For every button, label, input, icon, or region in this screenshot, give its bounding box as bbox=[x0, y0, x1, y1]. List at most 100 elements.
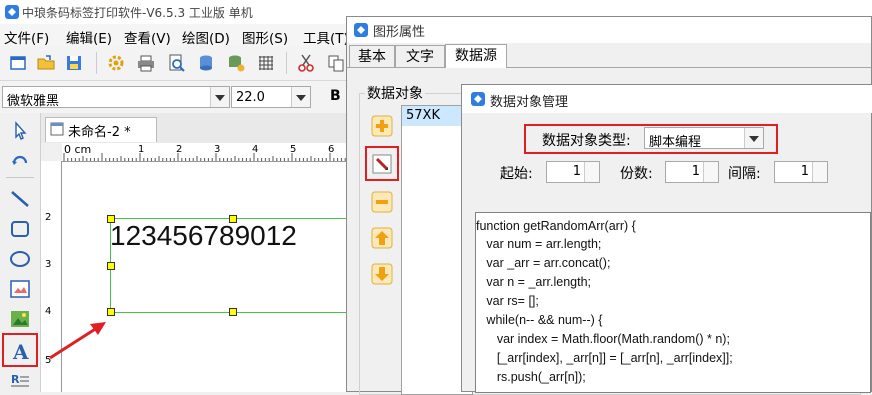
ruler-tick-label: 4 bbox=[252, 144, 259, 155]
add-plus-icon[interactable] bbox=[371, 115, 393, 137]
menu-tools[interactable]: 工具(T) bbox=[303, 27, 349, 47]
ruler-tick-label: 4 bbox=[45, 306, 52, 317]
ellipse-tool-icon[interactable] bbox=[8, 247, 32, 271]
move-up-arrow-icon[interactable] bbox=[371, 227, 393, 249]
stepper-arrows-icon[interactable] bbox=[584, 162, 599, 182]
start-stepper[interactable]: 1 bbox=[546, 161, 600, 183]
resize-handle[interactable] bbox=[229, 308, 237, 316]
settings-gear-icon[interactable] bbox=[106, 53, 126, 73]
stepper-arrows-icon[interactable] bbox=[703, 162, 718, 182]
line-tool-icon[interactable] bbox=[8, 187, 32, 211]
font-family-value: 微软雅黑 bbox=[7, 94, 60, 109]
ruler-tick-label: 5 bbox=[290, 144, 297, 155]
ruler-ticks bbox=[63, 153, 361, 161]
print-preview-icon[interactable] bbox=[166, 53, 186, 73]
dialog-title-bar: 图形属性 bbox=[347, 17, 871, 43]
code-line: var n = _arr.length; bbox=[476, 275, 591, 289]
save-icon[interactable] bbox=[64, 53, 84, 73]
ruler-tick-label: 2 bbox=[45, 212, 52, 223]
bold-button[interactable]: B bbox=[330, 88, 341, 104]
object-type-label: 数据对象类型: bbox=[542, 133, 631, 149]
remove-minus-icon[interactable] bbox=[371, 191, 393, 213]
rotate-tool-icon[interactable] bbox=[8, 149, 32, 173]
edit-button-highlight bbox=[365, 146, 399, 181]
barcode-number-text: 123456789012 bbox=[110, 220, 297, 251]
script-editor[interactable]: function getRandomArr(arr) { var num = a… bbox=[475, 212, 871, 393]
code-line: var num = arr.length; bbox=[476, 237, 602, 251]
ruler-tick-label: 2 bbox=[176, 144, 183, 155]
start-value: 1 bbox=[572, 164, 581, 179]
new-file-icon[interactable] bbox=[8, 53, 28, 73]
app-logo-icon bbox=[471, 92, 485, 106]
tab-text[interactable]: 文字 bbox=[395, 45, 445, 67]
chevron-down-icon[interactable] bbox=[210, 87, 229, 107]
dialog-title-bar: 数据对象管理 bbox=[462, 85, 872, 113]
list-item-label: 57XK bbox=[406, 108, 440, 123]
interval-label: 间隔: bbox=[728, 166, 761, 182]
document-icon bbox=[50, 122, 64, 136]
object-type-select[interactable]: 脚本编程 bbox=[644, 127, 764, 150]
rich-text-tool-icon[interactable]: R bbox=[8, 369, 32, 393]
copies-stepper[interactable]: 1 bbox=[665, 161, 719, 183]
grid-icon[interactable] bbox=[256, 53, 276, 73]
move-down-arrow-icon[interactable] bbox=[371, 263, 393, 285]
copies-label: 份数: bbox=[620, 166, 653, 182]
database-icon[interactable] bbox=[196, 53, 216, 73]
image-tool-icon[interactable] bbox=[8, 277, 32, 301]
open-file-icon[interactable] bbox=[36, 53, 56, 73]
ruler-tick-label: 3 bbox=[45, 259, 52, 270]
app-logo-icon bbox=[5, 5, 19, 19]
dialog-title: 数据对象管理 bbox=[490, 95, 569, 110]
chevron-down-icon[interactable] bbox=[291, 87, 310, 107]
tab-basic[interactable]: 基本 bbox=[349, 45, 395, 67]
app-logo-icon bbox=[354, 23, 368, 37]
resize-handle[interactable] bbox=[107, 262, 115, 270]
database-settings-icon[interactable] bbox=[226, 53, 246, 73]
ruler-tick-label: 6 bbox=[328, 144, 335, 155]
code-line: rs.push(_arr[n]); bbox=[476, 370, 586, 384]
tab-datasource[interactable]: 数据源 bbox=[445, 44, 507, 68]
menu-view[interactable]: 查看(V) bbox=[124, 27, 171, 47]
interval-value: 1 bbox=[800, 164, 809, 179]
document-tab-bar: 未命名-2 * bbox=[41, 113, 361, 143]
interval-stepper[interactable]: 1 bbox=[774, 161, 828, 183]
svg-text:R: R bbox=[11, 373, 20, 386]
menu-draw[interactable]: 绘图(D) bbox=[182, 27, 230, 47]
cut-icon[interactable] bbox=[296, 53, 316, 73]
data-object-manager-dialog: 数据对象管理 数据对象类型: 脚本编程 起始: 1 份数: 1 间隔: 1 fu… bbox=[461, 84, 872, 393]
stepper-arrows-icon[interactable] bbox=[812, 162, 827, 182]
menu-edit[interactable]: 编辑(E) bbox=[66, 27, 112, 47]
picture-tool-icon[interactable] bbox=[8, 307, 32, 331]
document-tab-label: 未命名-2 * bbox=[68, 125, 131, 140]
resize-handle[interactable] bbox=[107, 308, 115, 316]
copy-icon[interactable] bbox=[326, 53, 346, 73]
object-type-value: 脚本编程 bbox=[649, 135, 702, 150]
chevron-down-icon[interactable] bbox=[744, 128, 763, 148]
toolbar-separator bbox=[286, 52, 287, 74]
horizontal-ruler: 0 cm 1 2 3 4 5 6 bbox=[62, 143, 362, 162]
main-toolbar bbox=[0, 46, 360, 81]
text-tool-highlight bbox=[2, 333, 38, 367]
annotation-arrow-icon bbox=[49, 322, 106, 360]
menu-file[interactable]: 文件(F) bbox=[4, 27, 49, 47]
pointer-arrow-icon[interactable] bbox=[8, 119, 32, 143]
code-line: while(n-- && num--) { bbox=[476, 313, 603, 327]
code-line: function getRandomArr(arr) { bbox=[476, 219, 636, 233]
menu-shape[interactable]: 图形(S) bbox=[242, 27, 288, 47]
toolbox-separator bbox=[6, 177, 34, 178]
app-title: 中琅条码标签打印软件-V6.5.3 工业版 单机 bbox=[22, 6, 253, 20]
code-line: [_arr[index], _arr[n]] = [_arr[n], _arr[… bbox=[476, 351, 733, 365]
font-size-value: 22.0 bbox=[236, 90, 265, 105]
ruler-tick-label: 1 bbox=[138, 144, 145, 155]
print-icon[interactable] bbox=[136, 53, 156, 73]
font-family-select[interactable]: 微软雅黑 bbox=[2, 86, 230, 109]
document-tab[interactable]: 未命名-2 * bbox=[45, 117, 157, 142]
data-object-group-label: 数据对象 bbox=[365, 83, 425, 103]
font-size-select[interactable]: 22.0 bbox=[231, 86, 311, 108]
ruler-tick-label: 3 bbox=[214, 144, 221, 155]
drawing-toolbox: A R bbox=[0, 113, 41, 392]
code-line: var index = Math.floor(Math.random() * n… bbox=[476, 332, 730, 346]
rectangle-tool-icon[interactable] bbox=[8, 217, 32, 241]
code-line: var rs= []; bbox=[476, 294, 539, 308]
code-line: var _arr = arr.concat(); bbox=[476, 256, 611, 270]
